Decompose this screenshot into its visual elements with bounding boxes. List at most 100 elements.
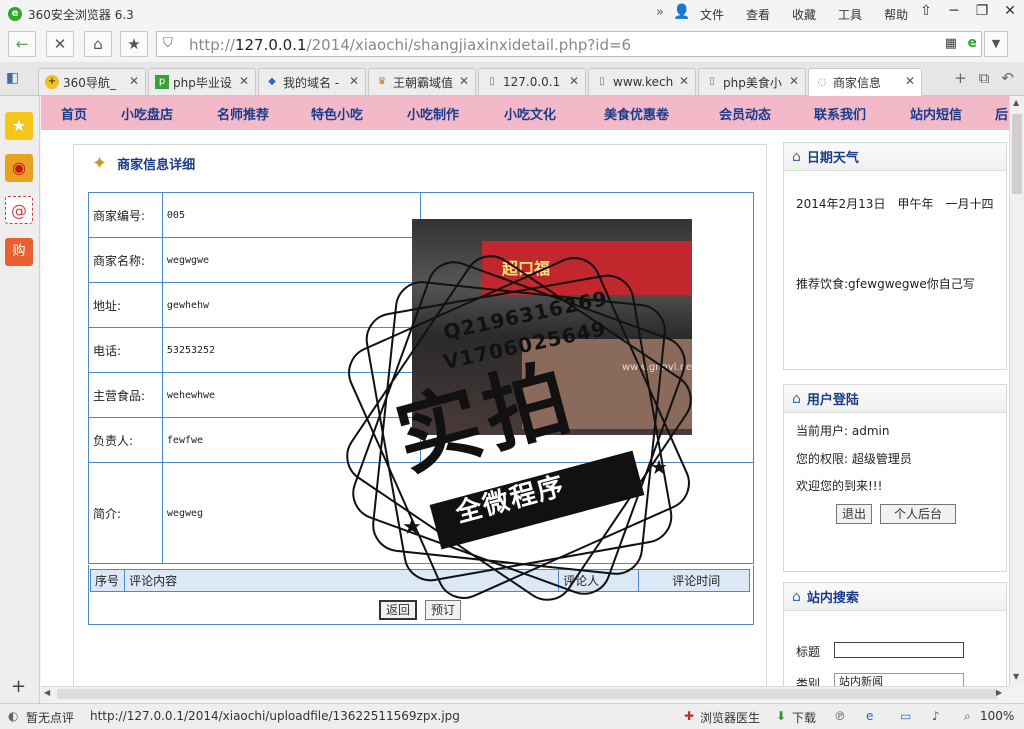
- download-icon: ⬇: [776, 709, 787, 723]
- more-chevron-icon[interactable]: »: [656, 5, 664, 20]
- horizontal-scroll-thumb[interactable]: [57, 689, 997, 699]
- vertical-scroll-thumb[interactable]: [1012, 114, 1022, 194]
- label-merchant-name: 商家名称:: [88, 237, 163, 283]
- qr-code-icon[interactable]: ▦: [945, 36, 957, 51]
- horizontal-scrollbar[interactable]: ◀ ▶: [41, 686, 1009, 701]
- logout-button[interactable]: 退出: [836, 504, 873, 524]
- sidebar-toggle-icon[interactable]: ◧: [6, 70, 19, 86]
- ie-icon[interactable]: e: [866, 709, 873, 723]
- compat-mode-icon[interactable]: e: [968, 35, 978, 51]
- tab-close-icon[interactable]: ✕: [239, 74, 249, 88]
- search-title: 站内搜索: [806, 591, 859, 606]
- menu-tools[interactable]: 工具: [838, 6, 862, 23]
- tab-localhost[interactable]: ▯ 127.0.0.1 ✕: [478, 68, 586, 95]
- stop-icon[interactable]: ✕: [46, 31, 74, 57]
- nav-specialty[interactable]: 特色小吃: [311, 104, 363, 123]
- nav-backend[interactable]: 后: [995, 104, 1008, 123]
- address-bar: ← ✕ ⌂ ★ ⛉ http://127.0.0.1/2014/xiaochi/…: [0, 28, 1024, 62]
- nav-messages[interactable]: 站内短信: [910, 104, 962, 123]
- tab-close-icon[interactable]: ✕: [905, 74, 915, 88]
- tab-360-nav[interactable]: + 360导航_ ✕: [38, 68, 146, 95]
- crown-icon: ♛: [377, 76, 387, 87]
- nav-coupons[interactable]: 美食优惠卷: [604, 104, 669, 123]
- scroll-left-icon[interactable]: ◀: [44, 688, 50, 697]
- tab-list-icon[interactable]: ⧉: [979, 69, 990, 87]
- page-icon: ▯: [599, 76, 605, 87]
- menu-file[interactable]: 文件: [700, 6, 724, 23]
- search-panel: ⌂ 站内搜索 标题 类别 站内新闻: [783, 582, 1007, 686]
- page-viewport: 首页 小吃盘店 名师推荐 特色小吃 小吃制作 小吃文化 美食优惠卷 会员动态 联…: [41, 96, 1009, 686]
- minimize-icon[interactable]: ─: [940, 0, 968, 24]
- scroll-down-icon[interactable]: ▼: [1013, 672, 1019, 681]
- rating-text[interactable]: 暂无点评: [26, 709, 74, 726]
- tab-close-icon[interactable]: ✕: [789, 74, 799, 88]
- nav-culture[interactable]: 小吃文化: [504, 104, 556, 123]
- window-title: 360安全浏览器 6.3: [28, 7, 134, 22]
- back-arrow-icon[interactable]: ←: [8, 31, 36, 57]
- user-avatar-icon[interactable]: 👤: [673, 4, 690, 20]
- tab-close-icon[interactable]: ✕: [459, 74, 469, 88]
- search-category-select[interactable]: 站内新闻: [834, 673, 964, 686]
- url-dropdown-icon[interactable]: ▼: [984, 31, 1008, 57]
- tab-php-food[interactable]: ▯ php美食小 ✕: [698, 68, 806, 95]
- tab-kech[interactable]: ▯ www.kech ✕: [588, 68, 696, 95]
- menu-view[interactable]: 查看: [746, 6, 770, 23]
- welcome-text: 欢迎您的到来!!!: [796, 479, 883, 493]
- tab-php-design[interactable]: p php毕业设 ✕: [148, 68, 256, 95]
- vertical-scrollbar[interactable]: ▲ ▼: [1009, 96, 1024, 686]
- nav-member-news[interactable]: 会员动态: [719, 104, 771, 123]
- reserve-button[interactable]: 预订: [425, 600, 462, 620]
- backend-button[interactable]: 个人后台: [880, 504, 956, 524]
- add-sidebar-icon[interactable]: +: [11, 676, 26, 697]
- search-title-input[interactable]: [834, 642, 964, 658]
- volume-icon[interactable]: ♪: [932, 709, 940, 723]
- login-title: 用户登陆: [806, 393, 859, 408]
- favorite-star-icon[interactable]: ★: [120, 31, 148, 57]
- menu-favorites[interactable]: 收藏: [792, 6, 816, 23]
- label-merchant-id: 商家编号:: [88, 192, 163, 238]
- tab-merchant-info[interactable]: ◌ 商家信息 ✕: [808, 68, 922, 96]
- domain-icon: ◆: [268, 76, 276, 87]
- restore-icon[interactable]: ❐: [968, 0, 996, 24]
- nav-teachers[interactable]: 名师推荐: [217, 104, 269, 123]
- site-nav: 首页 小吃盘店 名师推荐 特色小吃 小吃制作 小吃文化 美食优惠卷 会员动态 联…: [41, 96, 1009, 130]
- nav-snack-shops[interactable]: 小吃盘店: [121, 104, 173, 123]
- menu-help[interactable]: 帮助: [884, 6, 908, 23]
- nav-making[interactable]: 小吃制作: [407, 104, 459, 123]
- weibo-icon[interactable]: ◉: [5, 154, 33, 182]
- favorites-star-icon[interactable]: ★: [5, 112, 33, 140]
- home-icon[interactable]: ⌂: [84, 31, 112, 57]
- screen-icon[interactable]: ▭: [900, 709, 911, 723]
- tab-close-icon[interactable]: ✕: [349, 74, 359, 88]
- scroll-up-icon[interactable]: ▲: [1013, 98, 1019, 107]
- shopping-icon[interactable]: 购: [5, 238, 33, 266]
- url-input[interactable]: ⛉ http://127.0.0.1/2014/xiaochi/shangjia…: [156, 31, 982, 57]
- pin-icon[interactable]: ⇧: [912, 0, 940, 24]
- tab-wangchao[interactable]: ♛ 王朝霸域值 ✕: [368, 68, 476, 95]
- scroll-right-icon[interactable]: ▶: [996, 688, 1002, 697]
- close-window-icon[interactable]: ✕: [996, 0, 1024, 24]
- tab-close-icon[interactable]: ✕: [129, 74, 139, 88]
- photo-sign-text: 超口福: [502, 259, 551, 278]
- col-commenter: 评论人: [558, 569, 640, 592]
- nav-home[interactable]: 首页: [61, 104, 87, 123]
- tab-my-domain[interactable]: ◆ 我的域名 - ✕: [258, 68, 366, 95]
- mail-at-icon[interactable]: @: [5, 196, 33, 224]
- new-tab-icon[interactable]: +: [954, 69, 967, 87]
- back-button[interactable]: 返回: [379, 600, 418, 620]
- undo-close-icon[interactable]: ↶: [1001, 69, 1014, 87]
- weather-panel: ⌂ 日期天气 2014年2月13日 甲午年 一月十四 推荐饮食:gfewgweg…: [783, 142, 1007, 370]
- php-icon: p: [155, 75, 169, 89]
- translate-icon[interactable]: ℗: [834, 709, 846, 723]
- label-phone: 电话:: [88, 327, 163, 373]
- tab-close-icon[interactable]: ✕: [569, 74, 579, 88]
- col-time: 评论时间: [638, 569, 750, 592]
- download-button[interactable]: 下载: [792, 709, 816, 726]
- browser-doctor[interactable]: 浏览器医生: [700, 709, 760, 726]
- action-buttons: 返回 预订: [379, 600, 462, 620]
- nav-contact[interactable]: 联系我们: [814, 104, 866, 123]
- label-intro: 简介:: [88, 462, 163, 564]
- zoom-level[interactable]: 100%: [980, 709, 1014, 723]
- hover-url: http://127.0.0.1/2014/xiaochi/uploadfile…: [90, 709, 460, 723]
- tab-close-icon[interactable]: ✕: [679, 74, 689, 88]
